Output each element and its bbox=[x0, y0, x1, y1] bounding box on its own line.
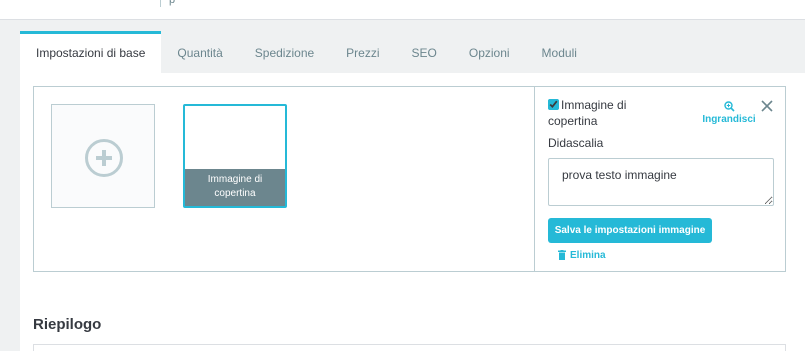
image-thumbnail[interactable]: Immagine di copertina bbox=[183, 104, 287, 208]
summary-editor[interactable] bbox=[33, 344, 786, 351]
cover-image-label: Immagine di copertina bbox=[548, 98, 627, 128]
summary-heading: Riepilogo bbox=[33, 316, 102, 333]
caption-field-label: Didascalia bbox=[548, 136, 604, 150]
tab-quantita[interactable]: Quantità bbox=[161, 31, 238, 73]
image-settings-panel: Immagine di copertina Ingrandisci Didasc… bbox=[534, 87, 786, 271]
trash-icon bbox=[558, 250, 566, 260]
thumbnail-cover-caption: Immagine di copertina bbox=[185, 169, 285, 206]
top-bar-divider bbox=[160, 0, 161, 7]
zoom-button[interactable]: Ingrandisci bbox=[701, 101, 757, 125]
plus-circle-icon bbox=[85, 139, 123, 177]
tab-opzioni[interactable]: Opzioni bbox=[453, 31, 526, 73]
zoom-label: Ingrandisci bbox=[702, 114, 756, 125]
save-image-settings-button[interactable]: Salva le impostazioni immagine bbox=[548, 218, 712, 243]
tab-spedizione[interactable]: Spedizione bbox=[239, 31, 330, 73]
cover-image-checkbox-label[interactable]: Immagine di copertina bbox=[548, 97, 658, 129]
tab-content: Immagine di copertina Immagine di copert… bbox=[20, 73, 805, 351]
zoom-in-icon bbox=[723, 101, 735, 112]
product-images-panel: Immagine di copertina Immagine di copert… bbox=[33, 86, 786, 272]
product-tabs: Impostazioni di base Quantità Spedizione… bbox=[20, 31, 593, 73]
tab-prezzi[interactable]: Prezzi bbox=[330, 31, 395, 73]
delete-label: Elimina bbox=[570, 250, 606, 261]
tab-seo[interactable]: SEO bbox=[396, 31, 453, 73]
delete-image-link[interactable]: Elimina bbox=[558, 250, 606, 261]
add-image-button[interactable] bbox=[51, 104, 155, 208]
tab-moduli[interactable]: Moduli bbox=[526, 31, 593, 73]
top-bar: ṕ bbox=[0, 0, 805, 20]
close-button[interactable] bbox=[760, 99, 774, 113]
tab-impostazioni-di-base[interactable]: Impostazioni di base bbox=[20, 31, 162, 73]
top-bar-fragment: ṕ bbox=[169, 0, 176, 6]
caption-input[interactable]: prova testo immagine bbox=[548, 158, 774, 206]
close-icon bbox=[761, 100, 773, 112]
cover-image-checkbox[interactable] bbox=[548, 99, 559, 110]
